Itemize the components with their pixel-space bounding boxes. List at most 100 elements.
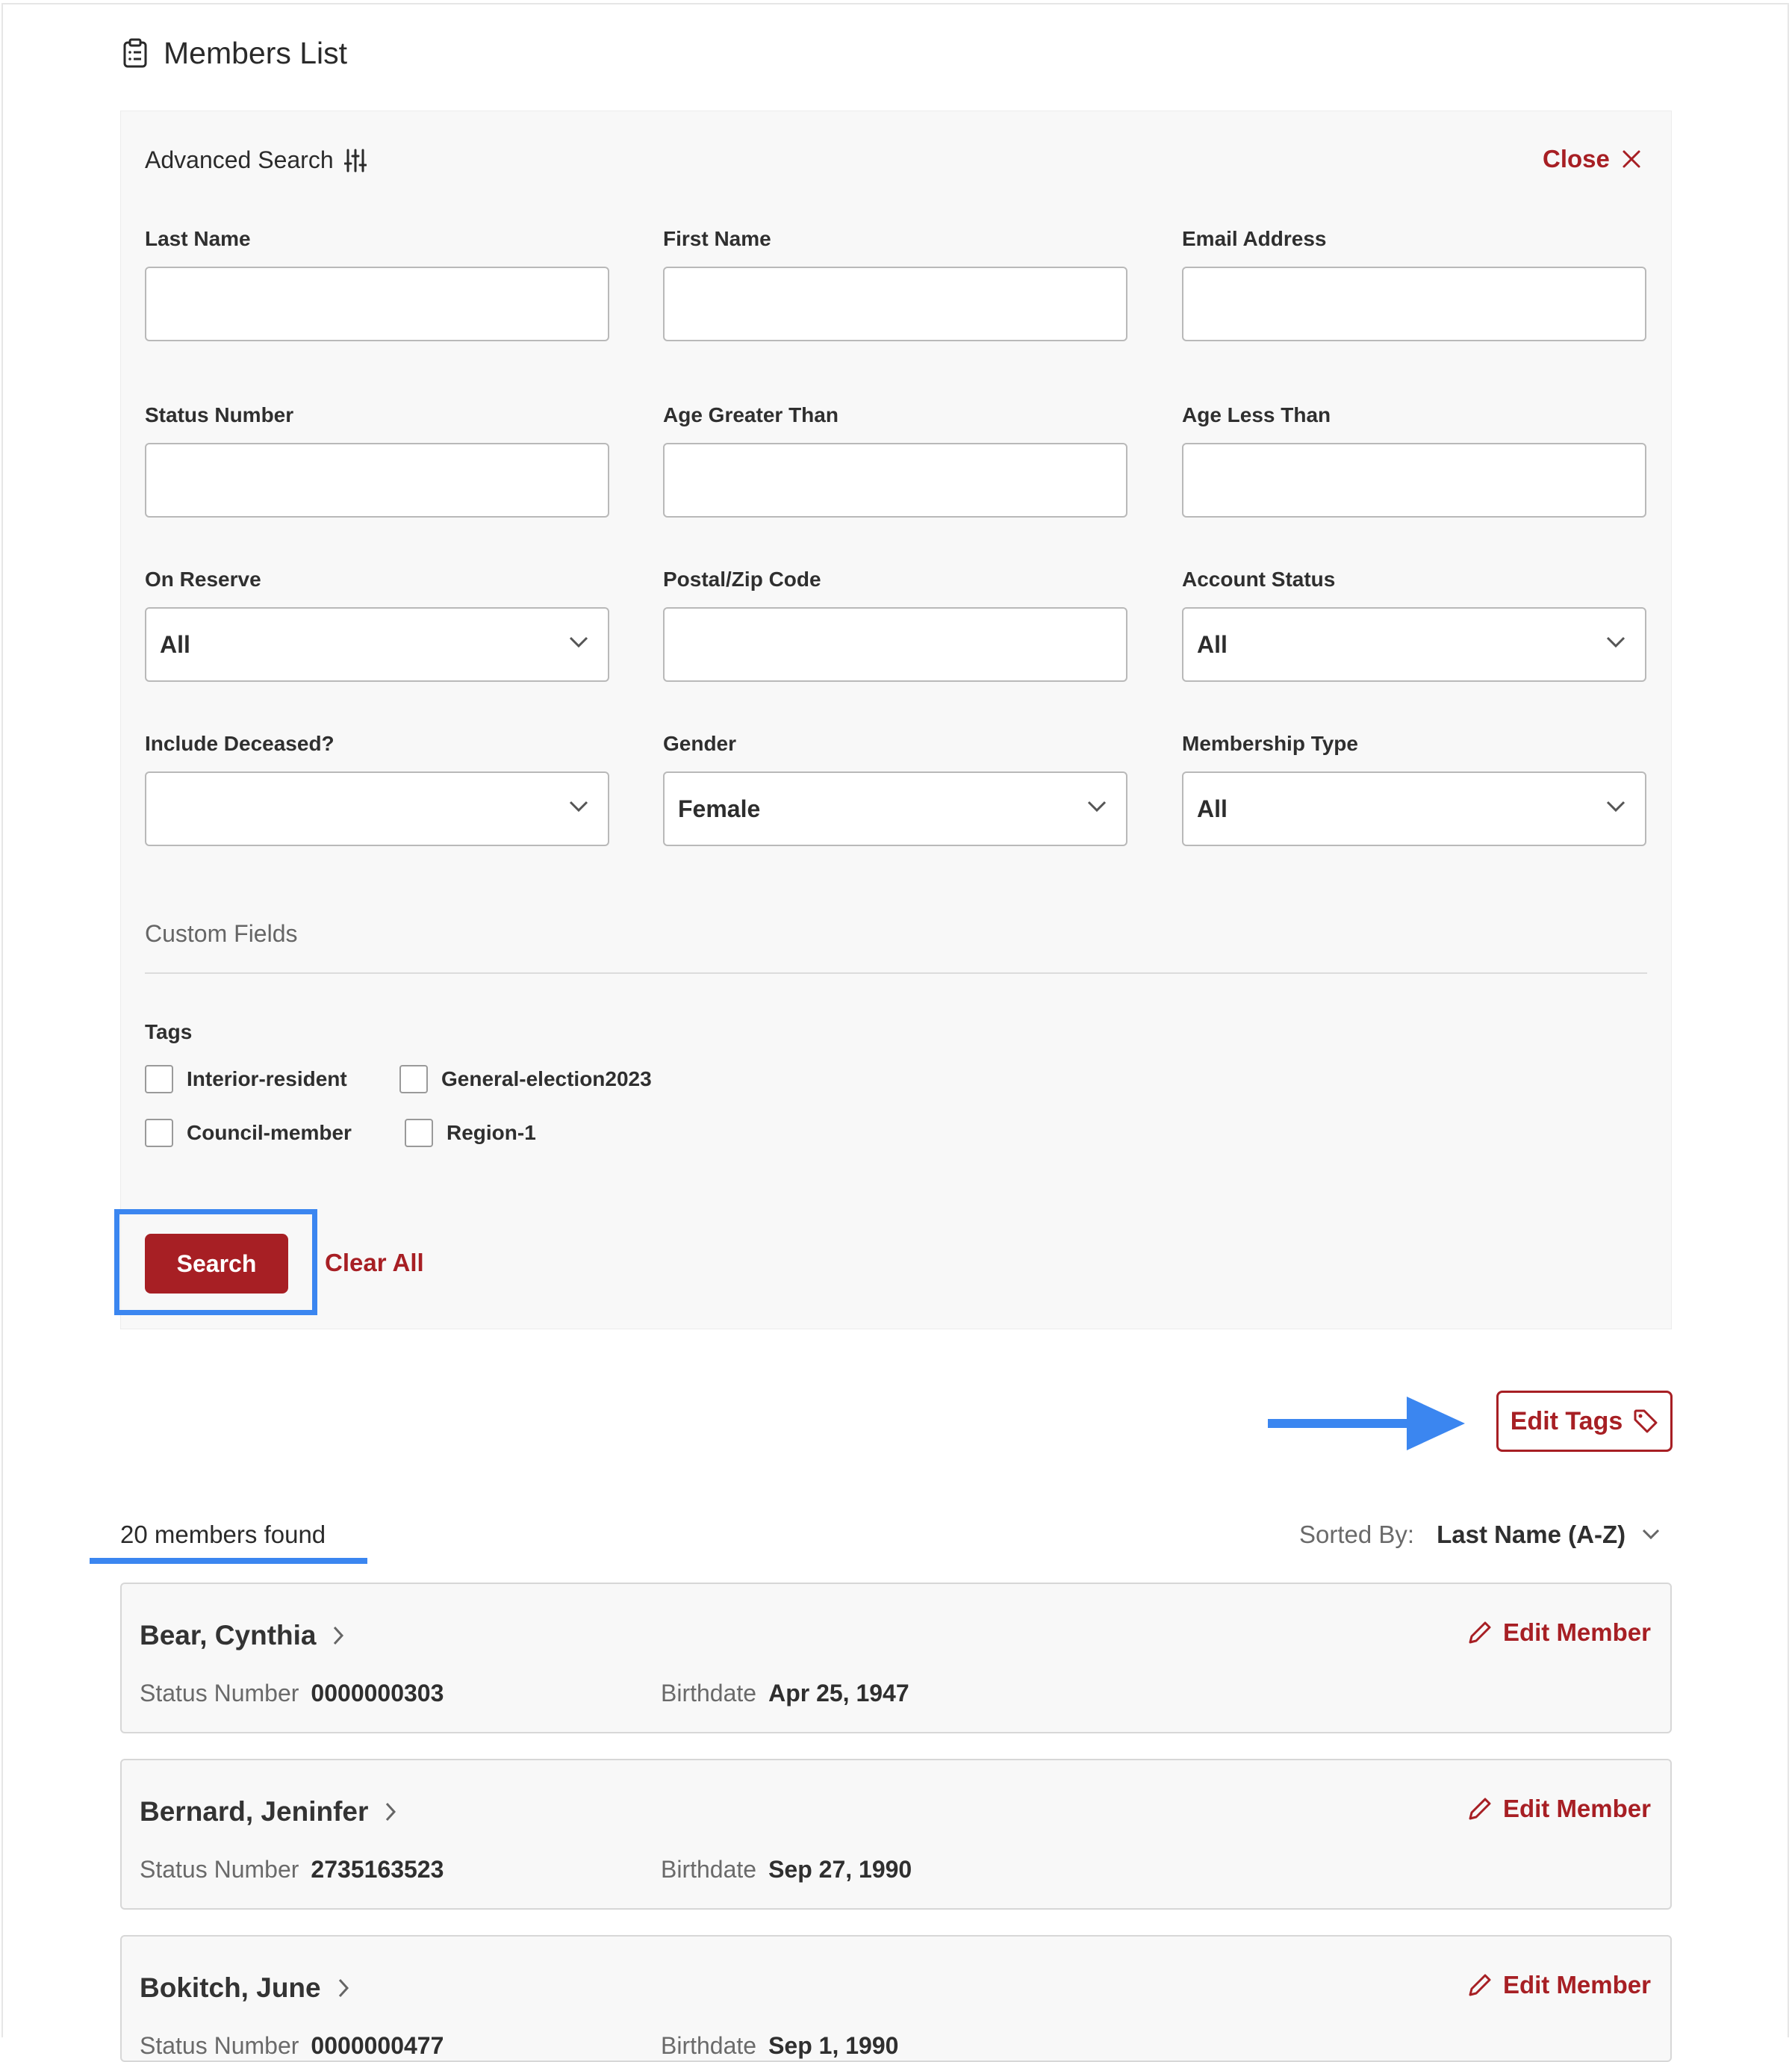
members-found-underline-annotation xyxy=(90,1558,367,1564)
birthdate-field: Birthdate Sep 27, 1990 xyxy=(661,1856,912,1884)
edit-member-label: Edit Member xyxy=(1502,1795,1651,1822)
close-label: Close xyxy=(1543,145,1610,173)
birthdate-key: Birthdate xyxy=(661,1680,757,1707)
chevron-down-icon xyxy=(1606,636,1625,648)
member-name: Bokitch, June xyxy=(140,1972,321,2003)
birthdate-field: Birthdate Sep 1, 1990 xyxy=(661,2032,898,2060)
on-reserve-select[interactable]: All xyxy=(145,607,609,682)
postal-code-label: Postal/Zip Code xyxy=(663,568,821,591)
tag-checkbox-interior-resident[interactable]: Interior-resident xyxy=(145,1065,347,1093)
page-title: Members List xyxy=(164,35,348,70)
membership-type-label: Membership Type xyxy=(1182,732,1358,755)
close-button[interactable]: Close xyxy=(1543,145,1641,173)
first-name-input[interactable] xyxy=(663,267,1127,341)
tags-label: Tags xyxy=(145,1020,193,1043)
edit-member-button[interactable]: Edit Member xyxy=(1467,1795,1651,1823)
status-number-field: Status Number 2735163523 xyxy=(140,1856,444,1884)
edit-tags-button[interactable]: Edit Tags xyxy=(1496,1391,1673,1452)
checkbox[interactable] xyxy=(405,1119,433,1147)
chevron-right-icon xyxy=(334,1626,344,1645)
last-name-label: Last Name xyxy=(145,227,251,250)
include-deceased-label: Include Deceased? xyxy=(145,732,335,755)
chevron-right-icon xyxy=(386,1802,396,1822)
checkbox[interactable] xyxy=(145,1119,173,1147)
sort-label: Sorted By: xyxy=(1299,1521,1415,1548)
age-greater-than-label: Age Greater Than xyxy=(663,403,839,426)
status-number-key: Status Number xyxy=(140,1680,299,1707)
pencil-icon xyxy=(1469,1798,1491,1820)
chevron-down-icon xyxy=(1606,801,1625,813)
member-name: Bear, Cynthia xyxy=(140,1620,317,1650)
tag-checkbox-region-1[interactable]: Region-1 xyxy=(405,1119,536,1147)
postal-code-input[interactable] xyxy=(663,607,1127,682)
account-status-label: Account Status xyxy=(1182,568,1336,591)
include-deceased-select[interactable] xyxy=(145,771,609,846)
member-name-link[interactable]: Bokitch, June xyxy=(140,1972,349,2004)
gender-select[interactable]: Female xyxy=(663,771,1127,846)
age-greater-than-input[interactable] xyxy=(663,443,1127,518)
sort-control[interactable]: Sorted By: Last Name (A-Z) xyxy=(1299,1521,1660,1549)
tag-label: General-election2023 xyxy=(441,1067,652,1090)
account-status-value: All xyxy=(1197,630,1228,658)
member-card: Bernard, Jeninfer Edit Member Status Num… xyxy=(120,1759,1672,1910)
gender-label: Gender xyxy=(663,732,737,755)
tag-label: Council-member xyxy=(187,1121,352,1144)
birthdate-value: Apr 25, 1947 xyxy=(768,1680,909,1707)
membership-type-value: All xyxy=(1197,795,1228,822)
members-found-count: 20 members found xyxy=(120,1521,326,1548)
page-header: Members List xyxy=(122,36,347,70)
pencil-icon xyxy=(1469,1621,1491,1644)
member-name: Bernard, Jeninfer xyxy=(140,1796,369,1827)
checkbox[interactable] xyxy=(399,1065,428,1093)
custom-fields-divider xyxy=(145,972,1647,974)
status-number-field: Status Number 0000000303 xyxy=(140,1680,444,1707)
tag-icon xyxy=(1634,1409,1658,1433)
on-reserve-value: All xyxy=(160,630,190,658)
status-number-value: 0000000303 xyxy=(311,1680,444,1707)
edit-tags-label: Edit Tags xyxy=(1510,1406,1623,1435)
chevron-down-icon xyxy=(569,636,588,648)
sort-dropdown[interactable]: Last Name (A-Z) xyxy=(1437,1521,1660,1549)
edit-member-button[interactable]: Edit Member xyxy=(1467,1971,1651,1999)
last-name-input[interactable] xyxy=(145,267,609,341)
status-number-value: 2735163523 xyxy=(311,1856,444,1883)
chevron-down-icon xyxy=(569,801,588,813)
first-name-label: First Name xyxy=(663,227,771,250)
birthdate-key: Birthdate xyxy=(661,1856,757,1883)
member-name-link[interactable]: Bear, Cynthia xyxy=(140,1620,344,1651)
account-status-select[interactable]: All xyxy=(1182,607,1646,682)
chevron-right-icon xyxy=(338,1978,349,1998)
checkbox[interactable] xyxy=(145,1065,173,1093)
status-number-value: 0000000477 xyxy=(311,2032,444,2059)
search-button[interactable]: Search xyxy=(145,1234,288,1294)
clipboard-icon xyxy=(123,38,147,68)
advanced-search-title: Advanced Search xyxy=(145,146,334,173)
age-less-than-input[interactable] xyxy=(1182,443,1646,518)
membership-type-select[interactable]: All xyxy=(1182,771,1646,846)
email-address-label: Email Address xyxy=(1182,227,1327,250)
email-address-input[interactable] xyxy=(1182,267,1646,341)
status-number-key: Status Number xyxy=(140,1856,299,1883)
chevron-down-icon xyxy=(1087,801,1107,813)
member-name-link[interactable]: Bernard, Jeninfer xyxy=(140,1796,396,1827)
clear-all-button[interactable]: Clear All xyxy=(325,1249,424,1277)
status-number-input[interactable] xyxy=(145,443,609,518)
on-reserve-label: On Reserve xyxy=(145,568,261,591)
sliders-icon xyxy=(343,149,367,172)
tag-label: Region-1 xyxy=(447,1121,536,1144)
age-less-than-label: Age Less Than xyxy=(1182,403,1331,426)
advanced-search-heading: Advanced Search xyxy=(145,146,367,174)
tag-checkbox-council-member[interactable]: Council-member xyxy=(145,1119,352,1147)
custom-fields-label: Custom Fields xyxy=(145,920,298,947)
member-card: Bear, Cynthia Edit Member Status Number … xyxy=(120,1583,1672,1733)
edit-member-label: Edit Member xyxy=(1502,1971,1651,1999)
birthdate-field: Birthdate Apr 25, 1947 xyxy=(661,1680,909,1707)
sort-value: Last Name (A-Z) xyxy=(1437,1521,1626,1548)
status-number-key: Status Number xyxy=(140,2032,299,2059)
pencil-icon xyxy=(1469,1974,1491,1996)
status-number-label: Status Number xyxy=(145,403,294,426)
tag-checkbox-general-election2023[interactable]: General-election2023 xyxy=(399,1065,652,1093)
edit-member-button[interactable]: Edit Member xyxy=(1467,1618,1651,1647)
gender-value: Female xyxy=(678,795,761,822)
birthdate-value: Sep 1, 1990 xyxy=(768,2032,899,2059)
